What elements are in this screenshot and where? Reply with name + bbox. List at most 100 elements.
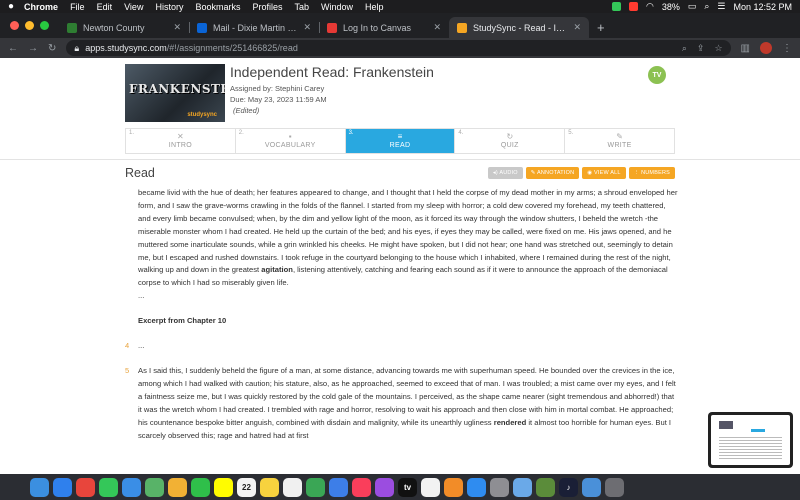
facetime-icon[interactable] xyxy=(191,477,210,497)
step-read[interactable]: 3. ≡ READ xyxy=(345,129,456,153)
battery-percent[interactable]: 38% xyxy=(662,2,680,12)
macos-dock: 22 tv ♪ xyxy=(0,474,800,500)
menu-tab[interactable]: Tab xyxy=(295,2,310,12)
view-all-button[interactable]: ◉ VIEW ALL xyxy=(582,167,626,179)
numbers-button[interactable]: ⋮ NUMBERS xyxy=(628,167,675,179)
step-number: 3. xyxy=(348,130,354,136)
clock[interactable]: Mon 12:52 PM xyxy=(733,2,792,12)
minimize-window-icon[interactable] xyxy=(25,21,34,30)
more-menu-icon[interactable]: ⋮ xyxy=(782,43,792,54)
ellipsis: ... xyxy=(138,291,145,301)
annotation-button[interactable]: ✎ ANNOTATION xyxy=(525,167,580,179)
mail-icon[interactable] xyxy=(122,477,141,497)
appstore-icon[interactable] xyxy=(467,477,486,497)
tab-title: Mail - Dixie Martin - Outlook xyxy=(213,22,297,33)
studysync-page: FRANKENSTEIN studysync Independent Read:… xyxy=(0,58,800,474)
chrome-icon[interactable] xyxy=(76,477,95,497)
preview-icon[interactable] xyxy=(513,477,532,497)
news-icon[interactable] xyxy=(421,477,440,497)
menu-file[interactable]: File xyxy=(70,2,85,12)
notes-icon[interactable] xyxy=(260,477,279,497)
close-tab-icon[interactable]: ✕ xyxy=(433,22,441,33)
music-icon[interactable] xyxy=(352,477,371,497)
menu-edit[interactable]: Edit xyxy=(97,2,113,12)
step-label: READ xyxy=(389,142,411,149)
menu-window[interactable]: Window xyxy=(321,2,353,12)
apple-icon[interactable]: ● xyxy=(8,1,14,12)
audio-button[interactable]: ◂) AUDIO xyxy=(487,167,523,179)
assignment-steps: 1. ✕ INTRO 2. ▪ VOCABULARY 3. ≡ READ 4. … xyxy=(125,128,675,154)
profile-avatar[interactable] xyxy=(760,42,772,54)
close-tab-icon[interactable]: ✕ xyxy=(573,22,581,33)
photos-icon[interactable] xyxy=(168,477,187,497)
menu-app-name[interactable]: Chrome xyxy=(24,2,58,12)
quiz-icon: ↻ xyxy=(506,132,514,141)
menu-help[interactable]: Help xyxy=(365,2,384,12)
paragraph-5: 5 As I said this, I suddenly beheld the … xyxy=(125,365,678,442)
close-tab-icon[interactable]: ✕ xyxy=(303,22,311,33)
finder-icon[interactable] xyxy=(30,477,49,497)
messages-icon[interactable] xyxy=(99,477,118,497)
lock-icon[interactable]: 🔒︎ xyxy=(74,43,79,54)
settings-icon[interactable] xyxy=(490,477,509,497)
tab-outlook-mail[interactable]: Mail - Dixie Martin - Outlook ✕ xyxy=(189,17,319,38)
close-tab-icon[interactable]: ✕ xyxy=(173,22,181,33)
search-icon[interactable]: ⌕ xyxy=(704,1,709,12)
close-window-icon[interactable] xyxy=(10,21,19,30)
status-app-icon[interactable] xyxy=(611,2,621,11)
address-bar[interactable]: 🔒︎ apps.studysync.com/#!/assignments/251… xyxy=(66,40,731,56)
books-icon[interactable] xyxy=(444,477,463,497)
numbers-icon[interactable] xyxy=(306,477,325,497)
reminders-icon[interactable] xyxy=(283,477,302,497)
assignment-header: FRANKENSTEIN studysync Independent Read:… xyxy=(125,64,675,124)
new-tab-icon[interactable]: + xyxy=(589,20,613,38)
snapchat-icon[interactable] xyxy=(214,477,233,497)
tab-canvas[interactable]: Log In to Canvas ✕ xyxy=(319,17,449,38)
vocab-word[interactable]: rendered xyxy=(494,418,527,427)
sidebar-toggle-icon[interactable]: ▥ xyxy=(741,43,750,54)
menu-view[interactable]: View xyxy=(124,2,143,12)
vocab-word[interactable]: agitation xyxy=(261,265,293,274)
menu-history[interactable]: History xyxy=(155,2,183,12)
podcasts-icon[interactable] xyxy=(375,477,394,497)
calendar-icon[interactable]: 22 xyxy=(237,477,256,497)
zoom-icon[interactable]: ⌕ xyxy=(682,43,687,54)
step-number: 2. xyxy=(238,130,244,136)
user-avatar[interactable]: TV xyxy=(648,66,666,84)
step-label: VOCABULARY xyxy=(264,142,316,149)
intro-icon: ✕ xyxy=(177,132,184,141)
tv-icon[interactable]: tv xyxy=(398,477,417,497)
screenshot-thumbnail[interactable] xyxy=(708,412,793,468)
book-cover-image: FRANKENSTEIN studysync xyxy=(125,64,225,122)
maps-icon[interactable] xyxy=(145,477,164,497)
menu-bookmarks[interactable]: Bookmarks xyxy=(195,2,240,12)
keynote-icon[interactable] xyxy=(329,477,348,497)
wifi-icon[interactable]: ◠ xyxy=(646,1,654,12)
reading-passage: became livid with the hue of death; her … xyxy=(125,187,678,442)
forward-arrow-icon[interactable]: → xyxy=(28,43,38,54)
tab-studysync[interactable]: StudySync - Read - Independ ✕ xyxy=(449,17,589,38)
back-arrow-icon[interactable]: ← xyxy=(8,43,18,54)
share-icon[interactable]: ⇪ xyxy=(697,43,705,54)
zoom-window-icon[interactable] xyxy=(40,21,49,30)
paragraph-text: ... xyxy=(138,341,145,351)
read-icon: ≡ xyxy=(397,132,403,141)
control-center-icon[interactable]: ☰ xyxy=(717,1,725,12)
section-divider xyxy=(0,159,800,160)
downloads-icon[interactable] xyxy=(582,477,601,497)
step-quiz[interactable]: 4. ↻ QUIZ xyxy=(455,129,566,153)
step-vocabulary[interactable]: 2. ▪ VOCABULARY xyxy=(235,129,346,153)
step-write[interactable]: 5. ✎ WRITE xyxy=(565,129,674,153)
amazon-music-icon[interactable]: ♪ xyxy=(559,477,578,497)
minecraft-icon[interactable] xyxy=(536,477,555,497)
step-intro[interactable]: 1. ✕ INTRO xyxy=(126,129,236,153)
status-record-icon[interactable] xyxy=(628,2,638,11)
tab-newton-county[interactable]: Newton County ✕ xyxy=(59,17,189,38)
trash-icon[interactable] xyxy=(605,477,624,497)
battery-icon[interactable]: ▭ xyxy=(688,1,697,12)
reload-icon[interactable]: ↻ xyxy=(48,43,56,54)
menu-profiles[interactable]: Profiles xyxy=(252,2,282,12)
bookmark-star-icon[interactable]: ☆ xyxy=(714,43,722,54)
safari-icon[interactable] xyxy=(53,477,72,497)
tab-title: Newton County xyxy=(83,22,145,33)
